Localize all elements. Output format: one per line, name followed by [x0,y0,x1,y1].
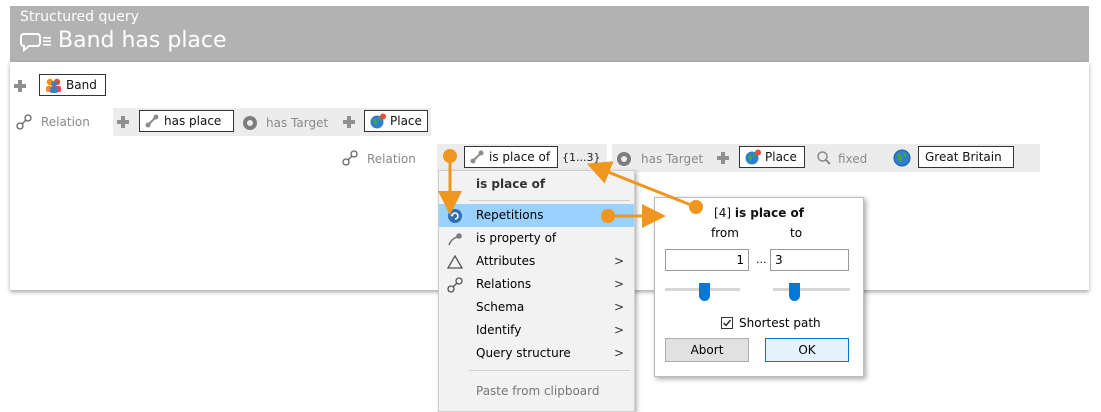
submenu-arrow-icon: > [613,300,624,314]
popup-title-text: is place of [734,206,804,220]
add-target2-plus-icon[interactable] [717,152,729,164]
menu-label: Paste from clipboard [476,384,600,398]
property-icon [447,231,463,247]
add-relation-plus-icon[interactable] [117,116,129,128]
relation2-label: Relation [367,152,416,166]
link-icon [144,113,160,129]
place2-label: Place [765,150,797,164]
query-title-text: Band has place [58,28,227,53]
menu-item-is-property-of[interactable]: is property of [439,227,634,250]
target2-icon [616,151,632,171]
shortest-path-label: Shortest path [739,316,821,330]
magnifier-icon [816,150,832,170]
band-tag[interactable]: Band [39,74,106,96]
popup-title: [4] is place of [655,206,863,220]
place-tag[interactable]: Place [364,110,428,132]
menu-label: is property of [476,231,557,245]
menu-separator [469,370,630,371]
from-label: from [711,226,739,240]
fixed-label: fixed [838,152,868,166]
repetitions-popup: [4] is place of from to 1 ... 3 Shortest… [654,197,864,377]
menu-item-relations[interactable]: Relations > [439,273,634,296]
is-place-of-tag[interactable]: is place of [464,146,558,168]
shortest-path-checkbox[interactable] [721,317,733,329]
popup-title-prefix: [4] [714,206,732,220]
ellipsis-label: ... [756,253,767,266]
has-place-label: has place [164,114,222,128]
submenu-arrow-icon: > [613,277,624,291]
has-target2-label: has Target [641,152,704,166]
abort-button[interactable]: Abort [665,338,749,362]
menu-label: Identify [476,323,522,337]
menu-label: Query structure [476,346,571,360]
globe3-icon [892,148,912,172]
menu-item-schema[interactable]: Schema > [439,296,634,319]
relation-icon [16,114,32,134]
link2-icon [469,149,485,165]
from-slider-thumb[interactable] [699,283,710,301]
ok-button[interactable]: OK [765,338,849,362]
speech-list-icon [20,30,52,52]
band-label: Band [66,78,97,92]
menu-item-attributes[interactable]: Attributes > [439,250,634,273]
menu-item-query-structure[interactable]: Query structure > [439,342,634,365]
menu-item-identify[interactable]: Identify > [439,319,634,342]
header-subtitle: Structured query [20,9,139,25]
submenu-arrow-icon: > [613,346,624,360]
to-slider-track [773,288,850,291]
query-title: Band has place [20,28,227,53]
menu-label: Repetitions [476,208,544,222]
relation2-icon [342,150,358,170]
check-icon [723,319,732,327]
globe-icon [369,113,387,129]
menu-label: Schema [476,300,525,314]
query-header: Structured query Band has place [10,6,1089,62]
place2-tag[interactable]: Place [739,146,805,168]
submenu-arrow-icon: > [613,323,624,337]
target-icon [242,115,258,135]
from-field[interactable]: 1 [665,249,749,271]
great-britain-label: Great Britain [925,150,1002,164]
triangle-icon [446,254,464,270]
context-menu: is place of Repetitions is property of A… [438,170,635,412]
relation-icon [447,277,463,293]
great-britain-tag[interactable]: Great Britain [918,146,1014,168]
add-target-plus-icon[interactable] [343,116,355,128]
menu-label: Attributes [476,254,536,268]
relation-label: Relation [41,115,90,129]
repetitions-icon [447,208,463,224]
menu-item-paste[interactable]: Paste from clipboard [439,380,634,403]
menu-header: is place of [476,177,546,191]
to-field[interactable]: 3 [770,249,849,271]
is-place-of-label: is place of [489,150,551,164]
menu-separator [469,200,630,201]
menu-item-repetitions[interactable]: Repetitions [439,204,634,227]
has-target-label: has Target [266,116,329,130]
submenu-arrow-icon: > [613,254,624,268]
place-label: Place [390,114,422,128]
has-place-tag[interactable]: has place [139,110,234,132]
globe2-icon [744,149,762,165]
range-label[interactable]: {1...3} [562,151,600,164]
band-icon [44,77,64,93]
menu-label: Relations [476,277,532,291]
to-label: to [790,226,803,240]
to-slider-thumb[interactable] [789,283,800,301]
add-plus-icon[interactable] [14,80,26,92]
